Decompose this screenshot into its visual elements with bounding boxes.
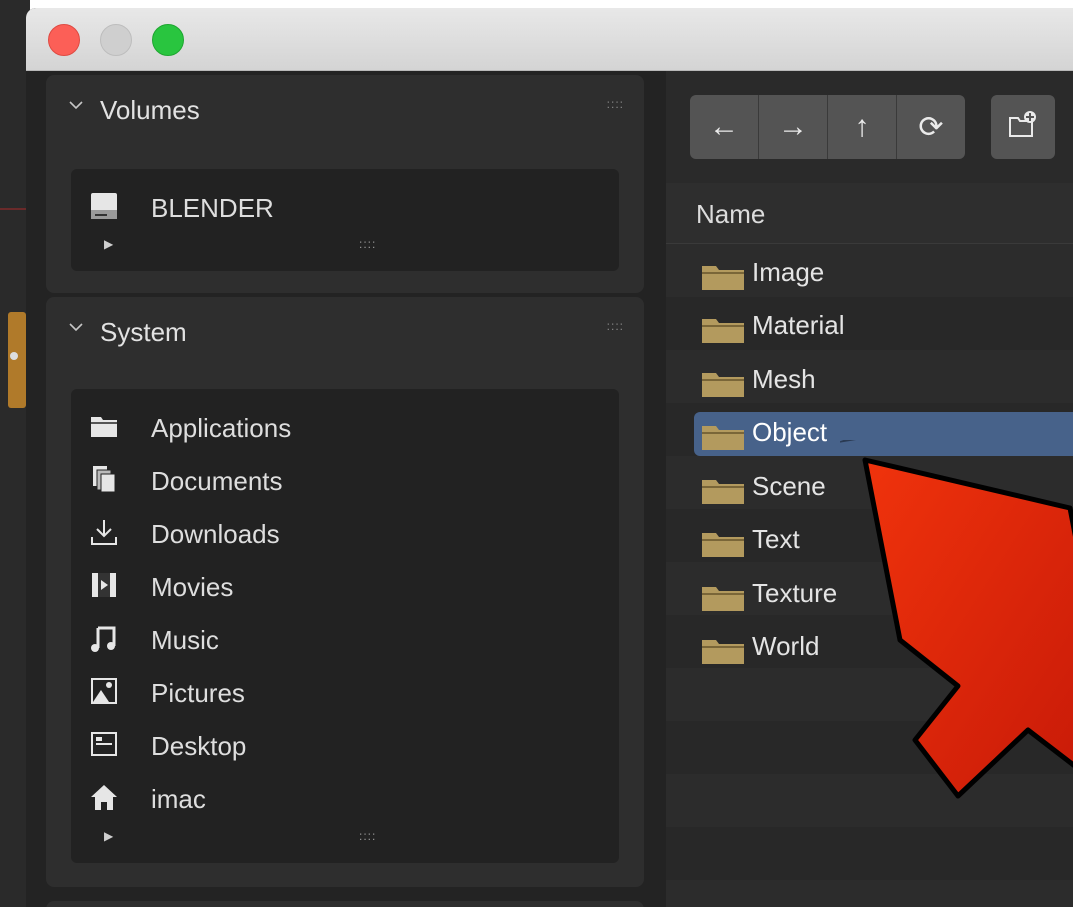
sidebar-item-label: Downloads — [151, 519, 280, 549]
home-icon — [89, 782, 119, 812]
sidebar-item-applications[interactable]: Applications — [71, 403, 619, 453]
annotation-arrow-icon — [840, 440, 1073, 799]
sidebar-item-blender[interactable]: BLENDER — [71, 183, 619, 233]
maximize-window-button[interactable] — [152, 24, 184, 56]
refresh-button[interactable]: ⟳ — [897, 95, 965, 159]
list-resize-grip[interactable]: :::: — [359, 237, 376, 251]
desktop-icon — [89, 729, 119, 759]
sidebar-item-label: Movies — [151, 572, 234, 602]
toolbar: ← → ↑ ⟳ — [666, 71, 1073, 183]
sidebar-item-label: Documents — [151, 466, 283, 496]
volumes-list: BLENDER ▶ :::: — [71, 169, 619, 271]
navigation-button-group: ← → ↑ ⟳ — [690, 95, 965, 159]
sidebar-item-movies[interactable]: Movies — [71, 562, 619, 612]
documents-icon — [89, 464, 119, 494]
panel-title: System — [100, 317, 187, 347]
parent-directory-icon: ↑ — [854, 110, 870, 143]
expand-triangle-icon[interactable]: ▶ — [104, 237, 113, 251]
download-icon — [89, 517, 119, 547]
node-socket — [10, 352, 18, 360]
folder-icon — [700, 531, 746, 564]
new-folder-icon — [1006, 108, 1040, 147]
bookmarks-panel — [46, 901, 644, 907]
expand-triangle-icon[interactable]: ▶ — [104, 829, 113, 843]
folder-icon — [700, 264, 746, 297]
volumes-panel-header[interactable]: Volumes :::: — [46, 75, 644, 145]
folder-label: Mesh — [752, 364, 816, 394]
close-window-button[interactable] — [48, 24, 80, 56]
folder-icon — [700, 424, 746, 457]
minimize-window-button[interactable] — [100, 24, 132, 56]
folder-icon — [700, 478, 746, 511]
folder-row-image[interactable]: Image — [694, 252, 1073, 296]
sidebar-item-label: BLENDER — [151, 193, 274, 223]
sidebar-item-documents[interactable]: Documents — [71, 456, 619, 506]
folder-icon — [700, 317, 746, 350]
folder-icon — [700, 585, 746, 618]
column-header-label: Name — [696, 199, 766, 229]
forward-arrow-icon: → — [778, 110, 808, 143]
back-button[interactable]: ← — [690, 95, 759, 159]
folder-label: Scene — [752, 471, 826, 501]
sidebar-item-imac[interactable]: imac — [71, 774, 619, 824]
music-note-icon — [89, 623, 119, 653]
sidebar-item-label: Pictures — [151, 678, 245, 708]
parent-directory-button[interactable]: ↑ — [828, 95, 897, 159]
picture-icon — [89, 676, 119, 706]
title-bar[interactable] — [26, 8, 1073, 71]
sidebar-item-pictures[interactable]: Pictures — [71, 668, 619, 718]
system-list: Applications Documents Downloads Movies … — [71, 389, 619, 863]
back-arrow-icon: ← — [709, 110, 739, 143]
folder-row-material[interactable]: Material — [694, 305, 1073, 349]
panel-drag-grip[interactable]: :::: — [607, 319, 624, 333]
volumes-panel: Volumes :::: BLENDER ▶ :::: — [46, 75, 644, 293]
sidebar-item-label: imac — [151, 784, 206, 814]
sidebar-item-label: Music — [151, 625, 219, 655]
folder-label: Image — [752, 257, 825, 287]
folder-row-mesh[interactable]: Mesh — [694, 359, 1073, 403]
background-node — [8, 312, 26, 408]
column-header-name[interactable]: Name — [666, 183, 1073, 244]
forward-button[interactable]: → — [759, 95, 828, 159]
folder-label: World — [752, 631, 820, 661]
chevron-down-icon[interactable] — [68, 97, 84, 113]
sidebar-item-downloads[interactable]: Downloads — [71, 509, 619, 559]
panel-title: Volumes — [100, 95, 200, 125]
new-folder-button[interactable] — [991, 95, 1055, 159]
sidebar-item-music[interactable]: Music — [71, 615, 619, 665]
panel-drag-grip[interactable]: :::: — [607, 97, 624, 111]
list-resize-grip[interactable]: :::: — [359, 829, 376, 843]
folder-label: Material — [752, 310, 845, 340]
refresh-icon: ⟳ — [918, 110, 944, 144]
film-icon — [89, 570, 119, 600]
background-line — [0, 208, 26, 210]
sidebar: Volumes :::: BLENDER ▶ :::: System:::: … — [26, 71, 666, 907]
folder-icon — [700, 371, 746, 404]
sidebar-item-desktop[interactable]: Desktop — [71, 721, 619, 771]
folder-icon — [89, 411, 119, 441]
chevron-down-icon[interactable] — [68, 319, 84, 335]
folder-icon — [700, 638, 746, 671]
sidebar-item-label: Applications — [151, 413, 292, 443]
drive-icon — [89, 191, 119, 221]
folder-label: Texture — [752, 578, 838, 608]
sidebar-item-label: Desktop — [151, 731, 247, 761]
system-panel-header[interactable]: System :::: — [46, 297, 644, 367]
system-panel: System :::: Applications Documents Downl… — [46, 297, 644, 887]
folder-label: Object — [752, 417, 828, 447]
folder-label: Text — [752, 524, 800, 554]
